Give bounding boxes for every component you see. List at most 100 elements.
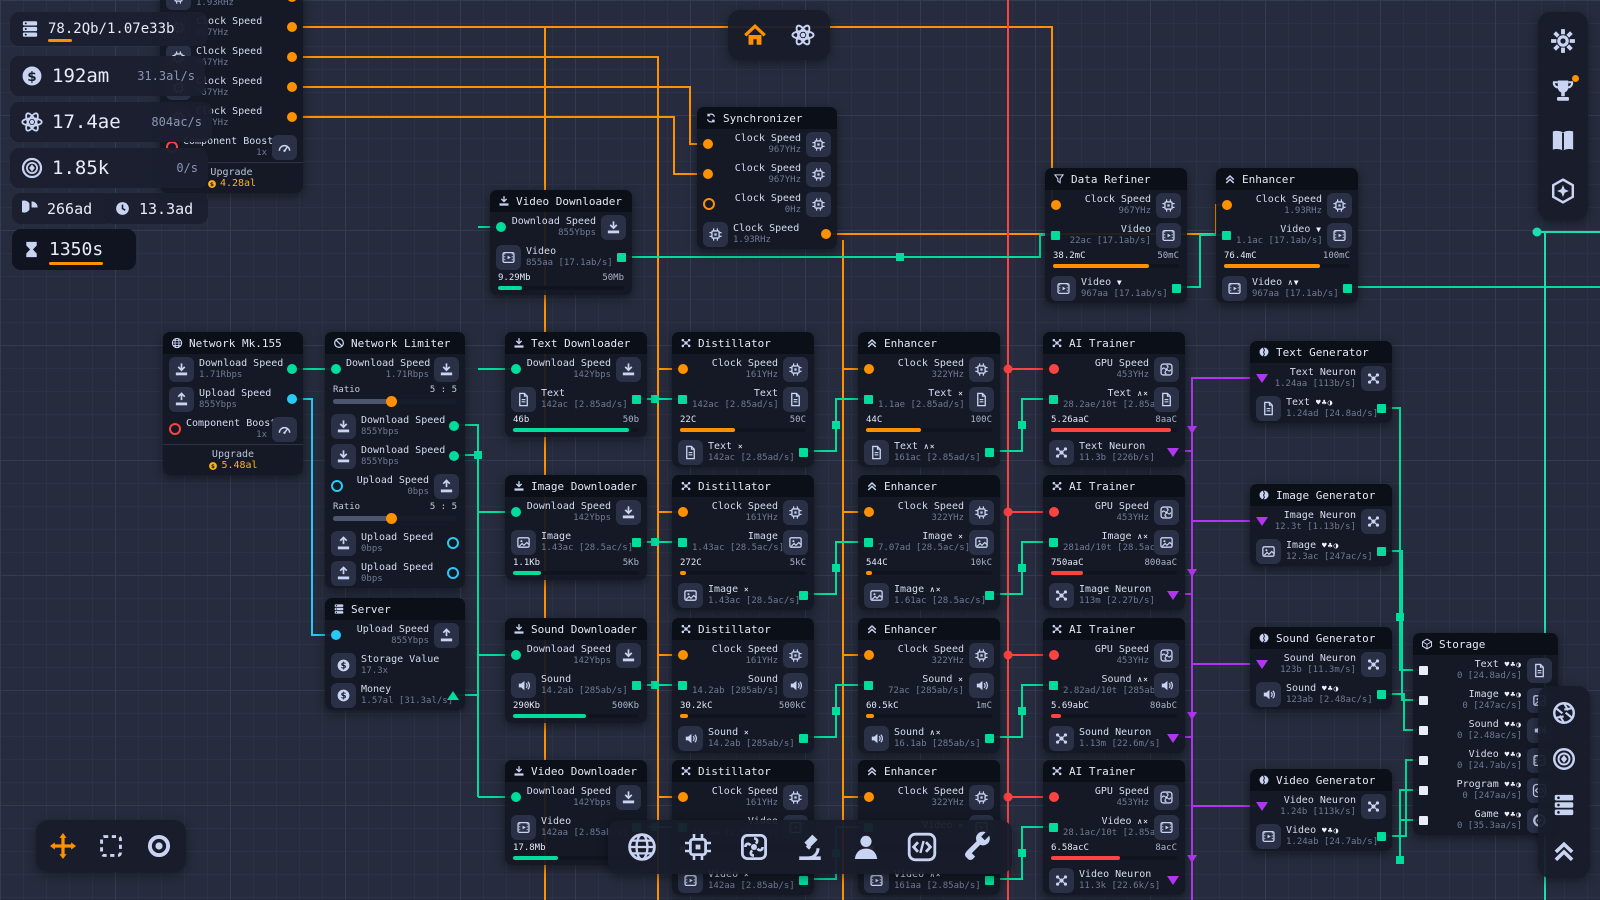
port-output-orange[interactable] <box>287 112 297 122</box>
settings-button[interactable] <box>1546 24 1580 58</box>
port-input-green[interactable] <box>864 681 873 690</box>
move-tool-button[interactable] <box>46 829 80 863</box>
port-output-green[interactable] <box>1377 690 1386 699</box>
node-text-generator[interactable]: Text GeneratorText Neuron1.24aa [113b/s]… <box>1250 341 1392 423</box>
port-input-red[interactable] <box>1049 364 1059 374</box>
port-input-purple[interactable] <box>1256 517 1268 526</box>
port-input-orange[interactable] <box>864 507 874 517</box>
port-input-green[interactable] <box>678 538 687 547</box>
port-input-green[interactable] <box>864 538 873 547</box>
disc-button[interactable] <box>1547 742 1581 776</box>
node-distillator-sound[interactable]: DistillatorClock Speed161YHzSound14.2ab … <box>672 618 814 753</box>
prestige-resource-pill[interactable]: 1.85k 0/s <box>10 148 208 188</box>
achievements-button[interactable] <box>1546 74 1580 108</box>
port-input-green[interactable] <box>1049 823 1058 832</box>
game-canvas[interactable]: $ <box>0 0 1600 900</box>
port-output-green[interactable] <box>985 876 994 885</box>
port-input-green[interactable] <box>511 792 521 802</box>
port-input-green[interactable] <box>1222 231 1231 240</box>
port-input-orange[interactable] <box>864 792 874 802</box>
node-image-generator[interactable]: Image GeneratorImage Neuron12.3t [1.13b/… <box>1250 484 1392 566</box>
storage-resource-pill[interactable]: 78.2Qb/1.07e33b <box>10 12 208 46</box>
node-enhancer-image[interactable]: EnhancerClock Speed322YHzImage ×7.07ad [… <box>858 475 1000 610</box>
focus-tool-button[interactable] <box>142 829 176 863</box>
prestige-button[interactable] <box>1546 174 1580 208</box>
port-output-green[interactable] <box>799 734 808 743</box>
port-input-orange[interactable] <box>678 650 688 660</box>
port-output-purple[interactable] <box>1167 591 1179 600</box>
node-video-generator[interactable]: Video GeneratorVideo Neuron1.24b [113k/s… <box>1250 769 1392 851</box>
node-distillator-image[interactable]: DistillatorClock Speed161YHzImage1.43ac … <box>672 475 814 610</box>
port-input-green[interactable] <box>331 364 341 374</box>
slider-track[interactable] <box>333 399 457 404</box>
port-input-green[interactable] <box>511 650 521 660</box>
node-enhancer-sound[interactable]: EnhancerClock Speed322YHzSound ×72ac [28… <box>858 618 1000 753</box>
port-input-green[interactable] <box>678 681 687 690</box>
encyclopedia-button[interactable] <box>1546 124 1580 158</box>
port-output-green[interactable] <box>799 876 808 885</box>
port-input-orange[interactable] <box>1051 200 1061 210</box>
agent-tab-button[interactable] <box>844 825 888 869</box>
node-network-limiter[interactable]: Network LimiterDownload Speed1.71RbpsRat… <box>325 332 465 588</box>
port-output-cyan[interactable] <box>447 537 459 549</box>
port-input-red[interactable] <box>1049 792 1059 802</box>
time-resource-pill[interactable]: 13.3ad <box>104 193 208 224</box>
port-input-white[interactable] <box>1419 786 1428 795</box>
node-data-refiner[interactable]: Data RefinerClock Speed967YHzVideo22ac [… <box>1045 168 1187 303</box>
port-input-orange[interactable] <box>678 364 688 374</box>
port-input-orange[interactable] <box>703 139 713 149</box>
tools-tab-button[interactable] <box>956 825 1000 869</box>
port-input-green[interactable] <box>1049 681 1058 690</box>
port-output-orange[interactable] <box>287 22 297 32</box>
port-input-green[interactable] <box>1049 538 1058 547</box>
port-output-green[interactable] <box>449 421 459 431</box>
port-output-green[interactable] <box>1377 547 1386 556</box>
node-distillator-text[interactable]: DistillatorClock Speed161YHzText142ac [2… <box>672 332 814 467</box>
node-enhancer-video-top[interactable]: EnhancerClock Speed1.93RHzVideo ▼1.1ac [… <box>1216 168 1358 303</box>
port-output-orange[interactable] <box>287 52 297 62</box>
lab-button[interactable] <box>782 14 824 56</box>
network-tab-button[interactable] <box>620 825 664 869</box>
collapse-button[interactable] <box>1547 834 1581 868</box>
port-input-green[interactable] <box>864 395 873 404</box>
port-output-green[interactable] <box>1172 284 1181 293</box>
port-input-white[interactable] <box>1419 666 1428 675</box>
port-output-green[interactable] <box>1343 284 1352 293</box>
port-input-green[interactable] <box>496 222 506 232</box>
node-server[interactable]: ServerUpload Speed855YbpsStorage Value17… <box>325 598 465 710</box>
research-tab-button[interactable] <box>788 825 832 869</box>
port-input-red[interactable] <box>1049 507 1059 517</box>
port-input-orange[interactable] <box>703 198 715 210</box>
port-input-white[interactable] <box>1419 756 1428 765</box>
node-ai-trainer-video[interactable]: AI TrainerGPU Speed453YHzVideo ∧×28.1ac/… <box>1043 760 1185 895</box>
port-output-green[interactable] <box>799 591 808 600</box>
code-tab-button[interactable] <box>900 825 944 869</box>
port-input-green[interactable] <box>1049 395 1058 404</box>
port-output-green[interactable] <box>985 734 994 743</box>
node-video-downloader-top[interactable]: Video DownloaderDownload Speed855YbpsVid… <box>490 190 632 295</box>
node-ai-trainer-text[interactable]: AI TrainerGPU Speed453YHzText ∧×28.2ae/1… <box>1043 332 1185 467</box>
port-input-green[interactable] <box>678 395 687 404</box>
timer-pill[interactable]: 1350s <box>12 229 136 270</box>
port-input-orange[interactable] <box>703 169 713 179</box>
gpu-tab-button[interactable] <box>732 825 776 869</box>
slider-knob[interactable] <box>386 396 397 407</box>
upgrade-button[interactable]: Upgrade5.48al <box>163 444 303 475</box>
port-input-purple[interactable] <box>1256 660 1268 669</box>
select-tool-button[interactable] <box>94 829 128 863</box>
slider-track[interactable] <box>333 516 457 521</box>
node-synchronizer[interactable]: SynchronizerClock Speed967YHzClock Speed… <box>697 107 837 249</box>
port-input-red[interactable] <box>1049 650 1059 660</box>
port-output-green[interactable] <box>617 253 626 262</box>
port-output-orange[interactable] <box>287 82 297 92</box>
port-output-orange[interactable] <box>821 229 831 239</box>
port-output-green[interactable] <box>1377 404 1386 413</box>
port-input-white[interactable] <box>1419 696 1428 705</box>
port-input-red[interactable] <box>169 423 181 435</box>
port-output-green[interactable] <box>447 691 459 700</box>
port-output-green[interactable] <box>1377 832 1386 841</box>
port-output-green[interactable] <box>985 591 994 600</box>
port-input-orange[interactable] <box>1222 200 1232 210</box>
storage-panel-button[interactable] <box>1547 788 1581 822</box>
port-output-green[interactable] <box>287 364 297 374</box>
